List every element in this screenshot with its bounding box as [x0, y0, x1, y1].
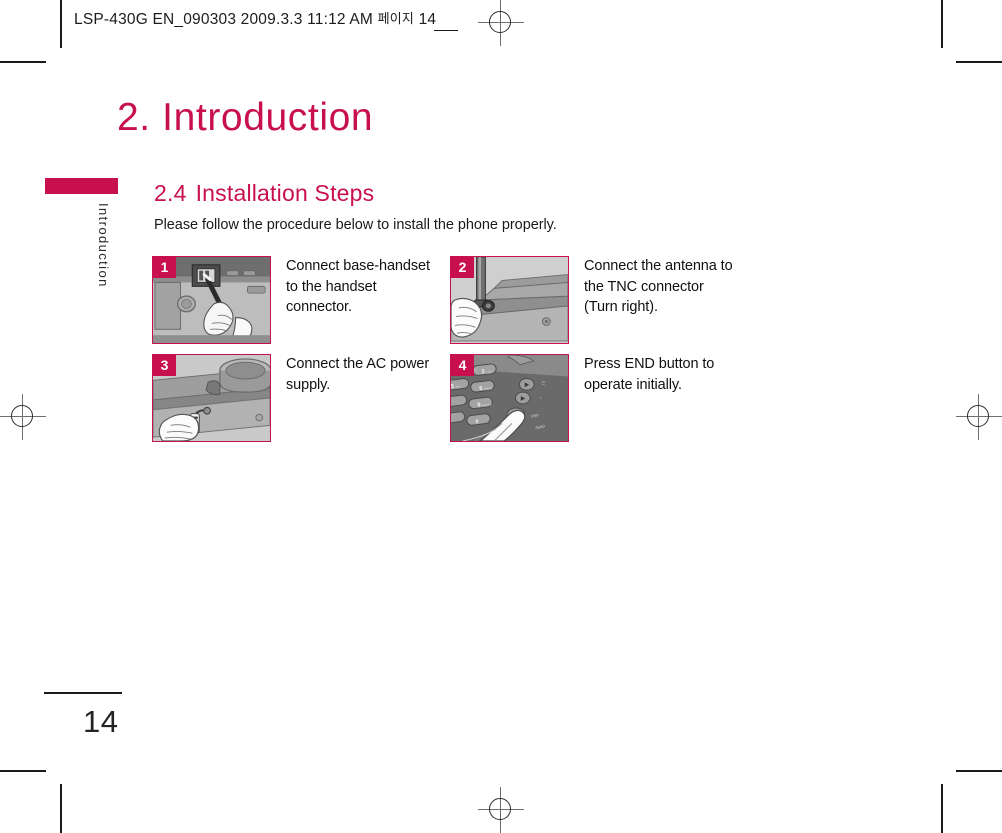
prepress-slug-underline: [434, 30, 458, 32]
crop-mark-top-left-horizontal: [0, 61, 46, 63]
step-caption: Press END button to operate initially.: [584, 356, 715, 393]
section-number: 2.4: [154, 180, 187, 206]
footer-divider: [44, 692, 122, 695]
crop-mark-top-left-vertical: [60, 0, 62, 48]
registration-circle: [11, 405, 33, 427]
prepress-slug: LSP-430G EN_090303 2009.3.3 11:12 AM 페이지…: [74, 8, 436, 29]
registration-mark-top: [478, 0, 524, 46]
prepress-slug-main: LSP-430G EN_090303 2009.3.3 11:12 AM: [74, 11, 374, 28]
registration-mark-right: [956, 394, 1002, 440]
svg-text:☰: ☰: [541, 380, 545, 385]
svg-text:♪: ♪: [539, 395, 541, 400]
registration-mark-bottom: [478, 787, 524, 833]
step-3-figure: 3: [152, 354, 271, 442]
prepress-slug-korean: 페이지: [377, 11, 415, 26]
step-1-figure: 1: [152, 256, 271, 344]
step-row: 1 Connect base-handset to the handset co…: [152, 256, 752, 344]
step-2-figure: 2: [450, 256, 569, 344]
svg-text:JKL: JKL: [456, 385, 462, 390]
step-caption: Connect the antenna to the TNC connector…: [584, 258, 733, 315]
step-number-badge: 2: [451, 257, 474, 278]
section-title: Installation Steps: [195, 180, 375, 206]
section-heading: 2.4 Installation Steps: [154, 180, 374, 207]
page-number: 14: [83, 704, 119, 739]
step-caption: Connect the AC power supply.: [286, 356, 430, 393]
section-intro-text: Please follow the procedure below to ins…: [154, 217, 557, 233]
prepress-slug-page: 14: [418, 11, 437, 28]
step-row: 3 Connect the AC power supply. 3 5 6 9 #…: [152, 354, 752, 442]
list-item: 2 3 5 6 9 # ABC DEF JKL MNO WXYZ: [450, 354, 750, 442]
step-caption: Connect base-handset to the handset conn…: [286, 258, 430, 315]
crop-mark-bottom-left-horizontal: [0, 770, 46, 772]
crop-mark-bottom-right-horizontal: [956, 770, 1002, 772]
svg-text:DEF: DEF: [486, 370, 493, 375]
registration-circle: [489, 11, 511, 33]
registration-circle: [967, 405, 989, 427]
crop-mark-bottom-right-vertical: [941, 784, 943, 833]
registration-mark-left: [0, 394, 46, 440]
registration-circle: [489, 798, 511, 820]
step-4-figure: 2 3 5 6 9 # ABC DEF JKL MNO WXYZ: [450, 354, 569, 442]
document-page: LSP-430G EN_090303 2009.3.3 11:12 AM 페이지…: [0, 0, 1002, 833]
crop-mark-top-right-horizontal: [956, 61, 1002, 63]
side-tab-marker: [45, 178, 118, 194]
list-item: 3 Connect the AC power supply.: [152, 354, 450, 442]
crop-mark-bottom-left-vertical: [60, 784, 62, 833]
page-title: 2. Introduction: [117, 96, 374, 139]
side-tab-label: Introduction: [96, 203, 111, 288]
step-number-badge: 1: [153, 257, 176, 278]
step-number-badge: 3: [153, 355, 176, 376]
list-item: 1 Connect base-handset to the handset co…: [152, 256, 450, 344]
list-item: 2 Connect the antenna to the TNC connect…: [450, 256, 750, 344]
installation-steps-list: 1 Connect base-handset to the handset co…: [152, 256, 752, 452]
step-number-badge: 4: [451, 355, 474, 376]
crop-mark-top-right-vertical: [941, 0, 943, 48]
